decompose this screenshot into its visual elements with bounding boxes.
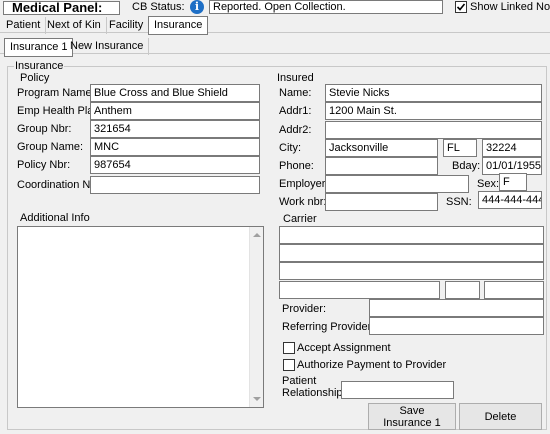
tab-next-of-kin[interactable]: Next of Kin <box>42 17 107 34</box>
emp-health-plan-field[interactable]: Anthem <box>90 102 260 120</box>
patient-relationship-label-2: Relationship: <box>282 387 346 399</box>
tab-insurance[interactable]: Insurance <box>148 16 209 35</box>
authorize-payment-label[interactable]: Authorize Payment to Provider <box>297 359 446 372</box>
carrier-line3-field[interactable] <box>279 262 544 280</box>
phone-field[interactable] <box>325 157 438 175</box>
tab-patient[interactable]: Patient <box>1 17 47 34</box>
referring-provider-label: Referring Provider: <box>282 321 375 333</box>
provider-label: Provider: <box>282 303 327 315</box>
provider-field[interactable] <box>369 299 544 317</box>
info-icon: i <box>190 0 204 14</box>
carrier-state-field[interactable] <box>445 281 480 299</box>
cb-status-field[interactable]: Reported. Open Collection. <box>209 0 443 14</box>
accept-assignment-checkbox[interactable] <box>283 342 295 354</box>
sex-label: Sex: <box>477 178 500 190</box>
show-linked-notes-label[interactable]: Show Linked Notes <box>470 1 550 14</box>
program-name-label: Program Name: <box>17 87 95 99</box>
addr1-label: Addr1: <box>279 105 312 117</box>
save-insurance-button[interactable]: Save Insurance 1 <box>368 403 456 430</box>
authorize-payment-checkbox[interactable] <box>283 359 295 371</box>
group-name-label: Group Name: <box>17 141 84 153</box>
insured-name-label: Name: <box>279 87 312 99</box>
addr1-field[interactable]: 1200 Main St. <box>325 102 542 120</box>
ssn-label: SSN: <box>446 196 472 208</box>
addr2-field[interactable] <box>325 121 542 139</box>
carrier-line1-field[interactable] <box>279 226 544 244</box>
insured-section-label: Insured <box>277 72 314 84</box>
group-nbr-field[interactable]: 321654 <box>90 120 260 138</box>
phone-label: Phone: <box>279 160 314 172</box>
tab-facility[interactable]: Facility <box>104 17 150 34</box>
zip-field[interactable]: 32224 <box>482 139 542 157</box>
addr2-label: Addr2: <box>279 124 312 136</box>
policy-nbr-label: Policy Nbr: <box>17 159 71 171</box>
save-button-line1: Save <box>399 404 425 417</box>
policy-nbr-field[interactable]: 987654 <box>90 156 260 174</box>
tab-insurance-1[interactable]: Insurance 1 <box>4 38 74 57</box>
employer-label: Employer: <box>279 178 329 190</box>
carrier-section-label: Carrier <box>283 213 317 225</box>
carrier-line2-field[interactable] <box>279 244 544 262</box>
employer-field[interactable] <box>325 175 469 193</box>
insured-name-field[interactable]: Stevie Nicks <box>325 84 542 102</box>
scrollbar[interactable] <box>249 227 263 407</box>
work-nbr-field[interactable] <box>325 193 438 211</box>
sex-field[interactable]: F <box>499 173 527 191</box>
city-field[interactable]: Jacksonville <box>325 139 438 157</box>
check-icon <box>456 3 466 11</box>
carrier-zip-field[interactable] <box>484 281 544 299</box>
carrier-city-field[interactable] <box>279 281 440 299</box>
ssn-field[interactable]: 444-444-4444 <box>478 191 542 209</box>
program-name-field[interactable]: Blue Cross and Blue Shield <box>90 84 260 102</box>
referring-provider-field[interactable] <box>369 317 544 335</box>
save-button-line2: Insurance 1 <box>383 416 441 429</box>
tab-new-insurance[interactable]: New Insurance <box>65 38 150 55</box>
scroll-up-icon[interactable] <box>253 233 261 237</box>
cb-status-label: CB Status: <box>132 1 185 13</box>
city-label: City: <box>279 142 301 154</box>
group-name-field[interactable]: MNC <box>90 138 260 156</box>
accept-assignment-label[interactable]: Accept Assignment <box>297 342 391 355</box>
additional-info-label: Additional Info <box>20 212 90 224</box>
delete-button[interactable]: Delete <box>459 403 542 430</box>
bday-label: Bday: <box>452 160 481 172</box>
scroll-down-icon[interactable] <box>253 397 261 401</box>
coordination-nbr-field[interactable] <box>90 176 260 194</box>
patient-relationship-field[interactable] <box>341 381 454 399</box>
policy-section-label: Policy <box>20 72 50 84</box>
group-nbr-label: Group Nbr: <box>17 123 72 135</box>
show-linked-notes-checkbox[interactable] <box>455 1 467 13</box>
additional-info-textarea[interactable] <box>17 226 264 408</box>
state-field[interactable]: FL <box>443 139 477 157</box>
work-nbr-label: Work nbr: <box>279 196 327 208</box>
panel-title: Medical Panel: <box>12 0 103 15</box>
